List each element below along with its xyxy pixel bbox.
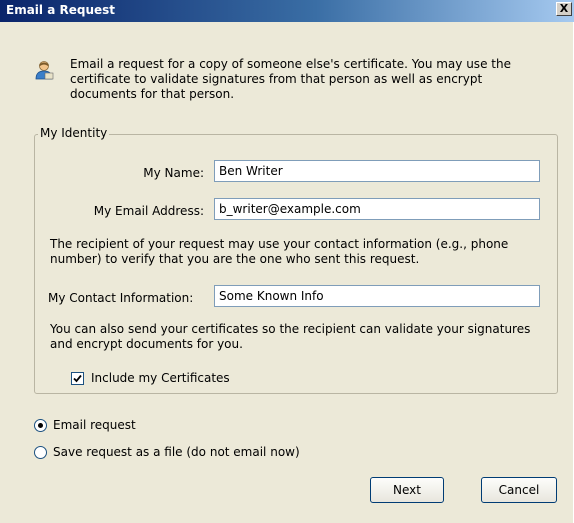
email-request-radio[interactable] — [34, 419, 47, 432]
save-as-file-radio[interactable] — [34, 446, 47, 459]
my-name-label: My Name: — [143, 166, 204, 180]
title-bar: Email a Request X — [0, 0, 574, 22]
checkmark-icon — [73, 374, 82, 383]
email-request-label: Email request — [53, 418, 136, 432]
certificates-note: You can also send your certificates so t… — [50, 322, 531, 351]
my-contact-label: My Contact Information: — [48, 291, 194, 305]
close-button[interactable]: X — [556, 2, 572, 16]
window-title: Email a Request — [6, 3, 116, 17]
my-identity-legend: My Identity — [38, 126, 110, 140]
include-certificates-checkbox[interactable] — [71, 372, 84, 385]
my-email-input[interactable] — [214, 198, 540, 220]
my-contact-input[interactable] — [214, 285, 540, 307]
my-name-input[interactable] — [214, 160, 540, 182]
cancel-button[interactable]: Cancel — [481, 477, 557, 503]
my-email-label: My Email Address: — [93, 204, 204, 218]
radio-selected-dot — [38, 423, 43, 428]
email-request-dialog: Email a Request X Email a request for a … — [0, 0, 574, 523]
include-certificates-label: Include my Certificates — [91, 371, 230, 385]
next-button[interactable]: Next — [370, 477, 444, 503]
user-request-icon — [34, 60, 54, 80]
close-icon: X — [559, 2, 569, 15]
save-as-file-label: Save request as a file (do not email now… — [53, 445, 300, 459]
contact-info-note: The recipient of your request may use yo… — [50, 237, 509, 266]
intro-text: Email a request for a copy of someone el… — [70, 57, 511, 101]
